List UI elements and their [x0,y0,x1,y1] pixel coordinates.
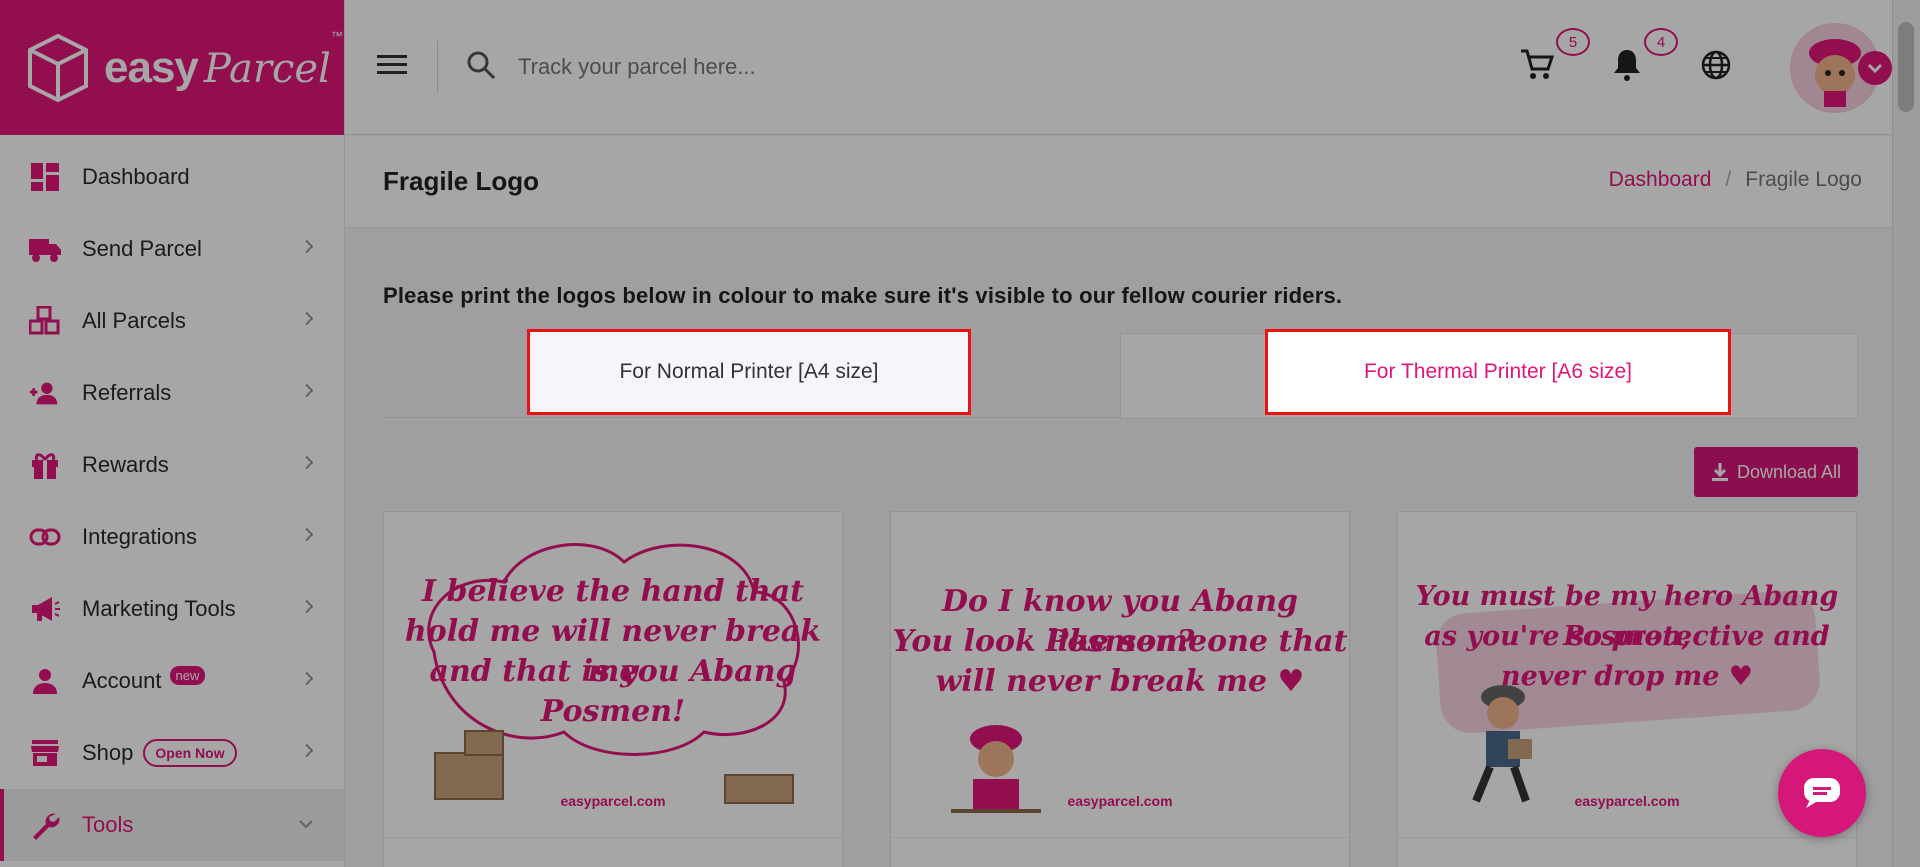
user-avatar[interactable] [1790,22,1892,113]
bell-icon [1614,50,1640,81]
tab-thermal-printer[interactable]: For Thermal Printer [A6 size] [1265,329,1731,415]
sidebar-item-tools[interactable]: Tools [0,789,344,861]
store-icon [28,736,62,770]
gift-icon [28,448,62,482]
sidebar-item-label: Rewards [82,452,169,477]
breadcrumb: Dashboard / Fragile Logo [1609,168,1862,192]
chevron-right-icon [304,671,314,692]
cube-logo-icon [28,33,88,102]
globe-icon [1701,50,1731,80]
notification-button[interactable]: 4 [1612,28,1678,87]
sidebar-item-send-parcel[interactable]: Send Parcel [0,213,344,285]
sidebar-item-label: Account [82,668,162,693]
cart-count: 5 [1556,28,1590,56]
megaphone-icon [28,592,62,626]
topbar: 5 4 [345,0,1920,135]
page-title: Fragile Logo [383,166,539,196]
sidebar-item-integrations[interactable]: Integrations [0,501,344,573]
logo-site: easyparcel.com [1067,793,1173,809]
sidebar-item-shop[interactable]: Shop Open Now [0,717,344,789]
chevron-right-icon [304,527,314,548]
sidebar-item-label: Dashboard [82,164,190,189]
notification-count: 4 [1644,28,1678,56]
brand-word: easy [104,42,199,92]
chevron-down-icon [298,816,314,834]
logo-line: will never break me ♥ [935,664,1305,699]
topbar-divider [437,41,438,93]
chat-bubble-icon [1804,778,1840,808]
search-icon [466,50,496,85]
logo-line: and that is you Abang Posmen! [429,654,797,729]
main-content: Please print the logos below in colour t… [345,229,1892,867]
scrollbar-thumb[interactable] [1898,22,1914,112]
sidebar-item-label: Shop [82,740,134,765]
download-icon [1711,463,1728,481]
sidebar-item-label: All Parcels [82,308,186,333]
sidebar-item-label: Tools [82,812,134,837]
sidebar-item-marketing-tools[interactable]: Marketing Tools [0,573,344,645]
cart-icon [1521,49,1555,79]
truck-icon [28,232,62,266]
page-scrollbar[interactable] [1892,0,1920,867]
sidebar-item-label: Marketing Tools [82,596,236,621]
sidebar-nav: Dashboard Send Parcel All Parcels Referr… [0,135,344,861]
logo-site: easyparcel.com [560,793,666,809]
dashboard-icon [28,160,62,194]
breadcrumb-separator: / [1725,168,1732,191]
download-all-button[interactable]: Download All [1694,447,1858,497]
brand-tm: ™ [330,28,343,43]
tab-normal-printer[interactable]: For Normal Printer [A4 size] [527,329,971,415]
open-now-badge: Open Now [143,739,237,767]
sidebar: easy Parcel ™ Dashboard Send Parcel All Pa… [0,0,345,867]
hamburger-menu-icon[interactable] [377,54,407,81]
chevron-right-icon [304,743,314,764]
brand-script: Parcel [203,45,331,92]
boxes-icon [28,304,62,338]
page-header: Fragile Logo Dashboard / Fragile Logo [345,136,1892,228]
chevron-right-icon [304,455,314,476]
link-icon [28,520,62,554]
parcel-box-illustration [464,730,504,756]
logo-card[interactable]: Do I know you Abang Posmen? You look lik… [890,511,1350,867]
logo-line: as you're so protective and [1424,621,1830,652]
user-plus-icon [28,376,62,410]
sidebar-item-account[interactable]: Account new [0,645,344,717]
sidebar-item-dashboard[interactable]: Dashboard [0,141,344,213]
breadcrumb-current: Fragile Logo [1745,168,1862,191]
sidebar-item-label: Send Parcel [82,236,202,261]
logo-line: I believe the hand that [421,574,805,609]
sidebar-item-all-parcels[interactable]: All Parcels [0,285,344,357]
running-courier-icon [1472,685,1532,803]
breadcrumb-dashboard-link[interactable]: Dashboard [1609,168,1712,192]
chevron-down-icon [1867,63,1883,73]
brand-logo[interactable]: easy Parcel ™ [0,0,344,135]
chevron-right-icon [304,239,314,260]
sidebar-item-label: Referrals [82,380,172,405]
chevron-right-icon [304,311,314,332]
sidebar-item-rewards[interactable]: Rewards [0,429,344,501]
sidebar-item-referrals[interactable]: Referrals [0,357,344,429]
chat-button[interactable] [1778,749,1866,837]
download-all-label: Download All [1736,461,1842,482]
track-parcel-input[interactable] [518,54,1218,80]
chevron-right-icon [304,383,314,404]
profile-dropdown-button[interactable] [1858,50,1892,85]
sidebar-item-label: Integrations [82,524,197,549]
cart-button[interactable]: 5 [1520,28,1590,87]
logo-line: You look like someone that [892,624,1348,659]
chevron-right-icon [304,599,314,620]
logo-card-image: I believe the hand that hold me will nev… [384,512,842,838]
print-instruction: Please print the logos below in colour t… [383,283,1343,308]
new-badge: new [169,665,206,685]
logo-card-image: Do I know you Abang Posmen? You look lik… [891,512,1349,838]
language-button[interactable] [1700,49,1732,86]
wrench-icon [28,808,62,842]
logo-card[interactable]: I believe the hand that hold me will nev… [383,511,843,867]
person-icon [28,664,62,698]
